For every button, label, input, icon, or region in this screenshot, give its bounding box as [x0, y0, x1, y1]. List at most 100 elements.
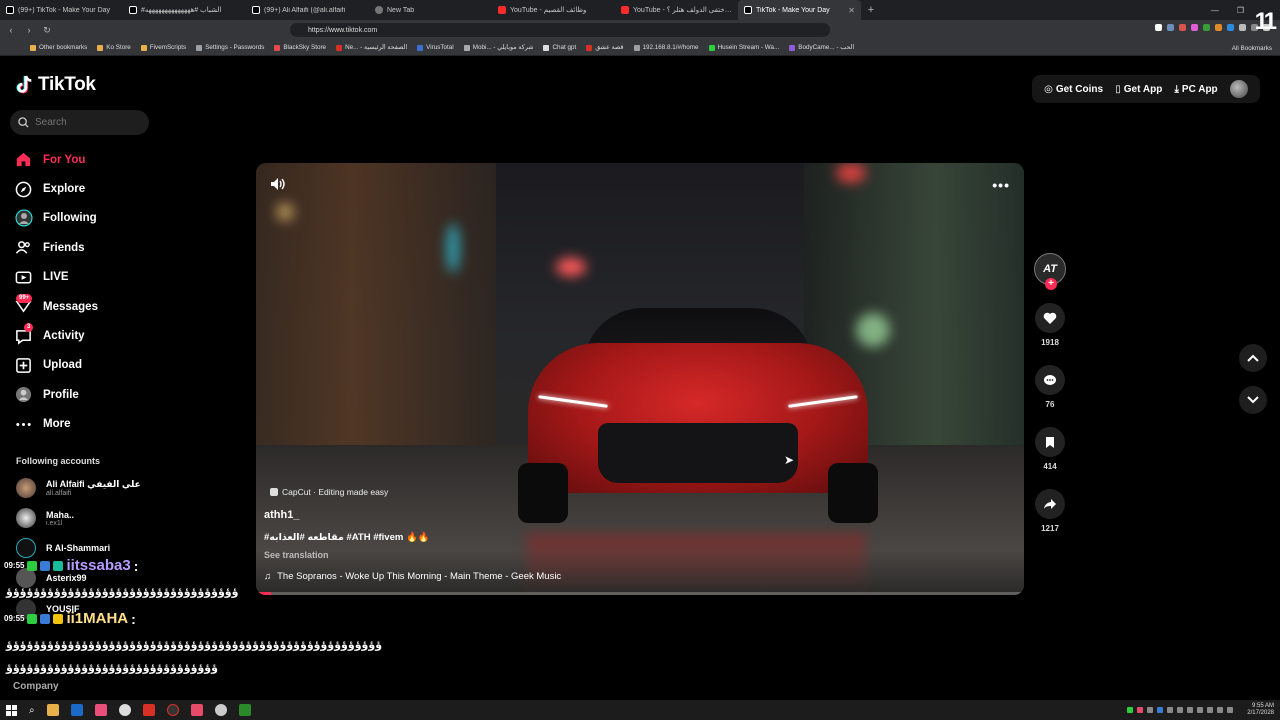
capcut-tag[interactable]: CapCut · Editing made easy	[270, 487, 388, 497]
next-video-button[interactable]	[1239, 386, 1267, 414]
app-icon[interactable]	[94, 704, 107, 716]
url-field[interactable]: https://www.tiktok.com	[290, 23, 830, 37]
video-player[interactable]: ••• CapCut · Editing made easy athh1_ #م…	[256, 163, 1024, 595]
bookmark-item[interactable]: FivemScripts	[140, 44, 186, 51]
minimize-icon[interactable]: —	[1211, 6, 1219, 15]
tray-icon[interactable]	[1197, 707, 1204, 713]
back-icon[interactable]: ‹	[4, 25, 18, 35]
sidebar-item-messages[interactable]: 99+ Messages	[14, 292, 154, 321]
bookmark-item[interactable]: Other bookmarks	[30, 44, 87, 51]
forward-icon[interactable]: ›	[22, 25, 36, 35]
app-icon[interactable]	[190, 704, 203, 716]
tray-icon[interactable]	[1147, 707, 1154, 713]
tray-icon[interactable]	[1137, 707, 1144, 713]
get-coins-button[interactable]: ◎ Get Coins	[1044, 84, 1103, 95]
bookmark-item[interactable]: Chat gpt	[543, 44, 576, 51]
bookmark-item[interactable]: قصة عشق	[586, 44, 624, 51]
reload-icon[interactable]: ↻	[40, 25, 54, 36]
sidebar-item-activity[interactable]: 3 Activity	[14, 321, 154, 350]
follow-plus-icon[interactable]: +	[1045, 278, 1057, 290]
more-options-icon[interactable]: •••	[992, 177, 1010, 193]
browser-tab[interactable]: (99+) Ali Alfaifi (@ali.alfaifi	[246, 0, 369, 20]
bookmark-item[interactable]: Mobi... - شركة موبايلي	[463, 44, 533, 51]
chrome-icon[interactable]	[118, 704, 131, 716]
extension-icon[interactable]	[1179, 24, 1186, 31]
music-link[interactable]: ♫ The Sopranos - Woke Up This Morning - …	[264, 571, 561, 582]
bookmark-item[interactable]: BodyCame... - الحب	[789, 44, 854, 51]
extension-icon[interactable]	[1239, 24, 1246, 31]
sidebar-item-following[interactable]: Following	[14, 204, 154, 233]
extension-icon[interactable]	[1167, 24, 1174, 31]
app-icon[interactable]	[142, 704, 155, 716]
extension-icon[interactable]	[1155, 24, 1162, 31]
extension-icon[interactable]	[1227, 24, 1234, 31]
tray-icon[interactable]	[1187, 707, 1194, 713]
bookmark-item[interactable]: Settings - Passwords	[196, 44, 264, 51]
bookmark-item[interactable]: BlackSky Store	[274, 44, 326, 51]
extension-icon[interactable]	[1203, 24, 1210, 31]
volume-icon[interactable]	[270, 177, 286, 191]
all-bookmarks-button[interactable]: All Bookmarks	[1232, 40, 1272, 56]
previous-video-button[interactable]	[1239, 344, 1267, 372]
sidebar-item-upload[interactable]: Upload	[14, 351, 154, 380]
sidebar-item-friends[interactable]: Friends	[14, 233, 154, 262]
new-tab-icon[interactable]: +	[861, 4, 881, 16]
volume-icon[interactable]	[1227, 707, 1234, 713]
sidebar-item-explore[interactable]: Explore	[14, 174, 154, 203]
bookmark-item[interactable]: Husein Stream - Wa...	[708, 44, 779, 51]
account-name: Asterix99	[46, 573, 87, 583]
browser-tab[interactable]: New Tab	[369, 0, 492, 20]
app-icon[interactable]	[238, 704, 251, 716]
bookmark-item[interactable]: Ne... - الصفحة الرئيسية	[336, 44, 407, 51]
maximize-icon[interactable]: ❐	[1237, 6, 1244, 15]
creator-avatar[interactable]: AT +	[1034, 253, 1066, 290]
close-tab-icon[interactable]: ✕	[848, 6, 855, 15]
search-icon[interactable]: ⌕	[29, 705, 35, 716]
company-link[interactable]: Company	[13, 681, 59, 692]
tray-icon[interactable]	[1127, 707, 1134, 713]
account-item[interactable]: Ali Alfaifi علي الفيفي ali.alfaifi	[16, 478, 141, 498]
file-explorer-icon[interactable]	[46, 704, 59, 716]
chat-badge-icon	[40, 560, 51, 571]
clock[interactable]: 9:55 AM 2/17/2028	[1247, 703, 1274, 717]
sidebar-item-profile[interactable]: Profile	[14, 380, 154, 409]
bookmark-icon	[1046, 436, 1054, 448]
browser-tab[interactable]: YouTube - اين اختفى الدولف هتلر ؟	[615, 0, 738, 20]
tray-icon[interactable]	[1177, 707, 1184, 713]
video-progress-bar[interactable]	[256, 592, 1024, 595]
extension-icon[interactable]	[1191, 24, 1198, 31]
app-icon[interactable]	[166, 704, 179, 716]
windows-start-icon[interactable]	[6, 704, 17, 716]
like-action[interactable]: 1918	[1035, 303, 1065, 347]
get-app-button[interactable]: ▯ Get App	[1115, 84, 1162, 95]
user-avatar[interactable]	[1229, 80, 1248, 98]
pc-app-button[interactable]: ⤓ PC App	[1175, 84, 1218, 95]
browser-tab[interactable]: (99+) TikTok - Make Your Day	[0, 0, 123, 20]
browser-tab[interactable]: TikTok - Make Your Day ✕	[738, 0, 861, 20]
bookmark-item[interactable]: VirusTotal	[417, 44, 454, 51]
tiktok-logo[interactable]: TikTok	[16, 74, 96, 96]
see-translation-link[interactable]: See translation	[264, 550, 329, 560]
bookmark-item[interactable]: Ko Store	[97, 44, 131, 51]
settings-icon[interactable]	[214, 704, 227, 716]
share-action[interactable]: 1217	[1035, 489, 1065, 533]
sidebar-item-live[interactable]: LIVE	[14, 263, 154, 292]
tray-icon[interactable]	[1207, 707, 1214, 713]
comment-action[interactable]: 76	[1035, 365, 1065, 409]
account-item[interactable]: R Al-Shammari	[16, 538, 110, 558]
wifi-icon[interactable]	[1217, 707, 1224, 713]
save-action[interactable]: 414	[1035, 427, 1065, 471]
tray-icon[interactable]	[1157, 707, 1164, 713]
sidebar-item-for-you[interactable]: For You	[14, 145, 154, 174]
browser-tab[interactable]: YouTube - وظائف القصيم	[492, 0, 615, 20]
search-input[interactable]	[35, 117, 135, 128]
steam-icon[interactable]	[70, 704, 83, 716]
search-box[interactable]	[10, 110, 149, 135]
tray-icon[interactable]	[1167, 707, 1174, 713]
account-item[interactable]: Maha.. i.ex1l	[16, 508, 74, 528]
video-author[interactable]: athh1_	[264, 509, 299, 521]
sidebar-item-more[interactable]: More	[14, 410, 154, 439]
extension-icon[interactable]	[1215, 24, 1222, 31]
browser-tab[interactable]: #الشباب #ههههههههههههههه	[123, 0, 246, 20]
bookmark-item[interactable]: 192.168.8.1/#/home	[633, 44, 699, 51]
